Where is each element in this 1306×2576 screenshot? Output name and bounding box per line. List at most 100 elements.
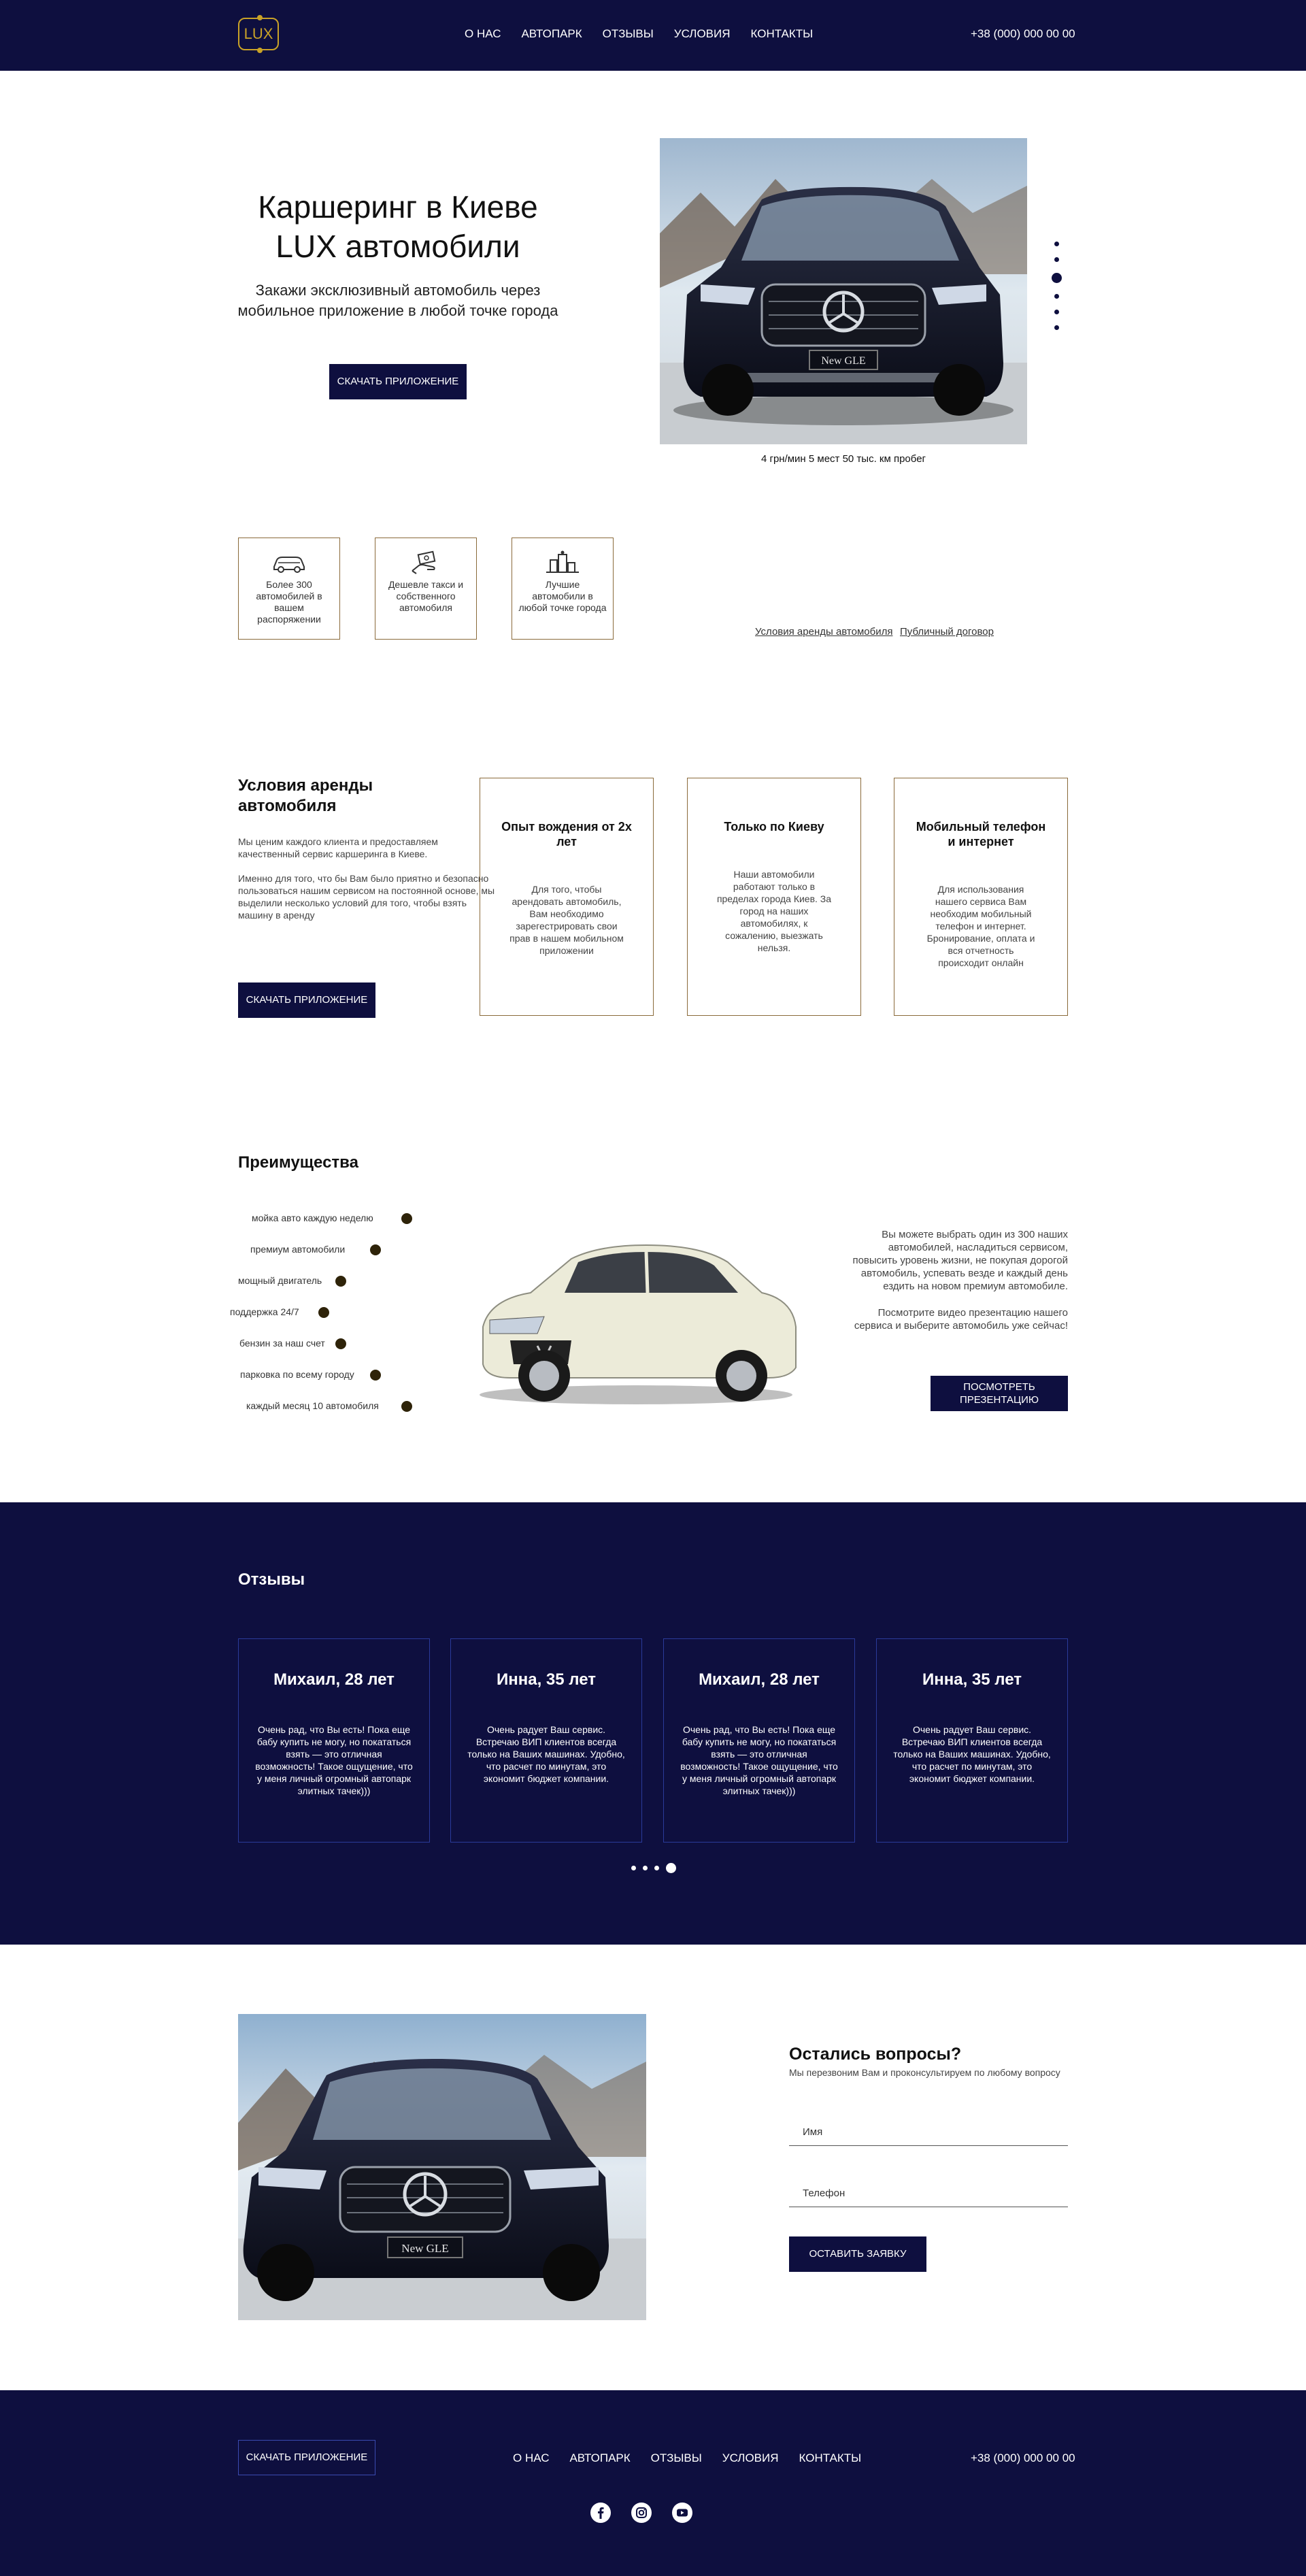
review-author: Михаил, 28 лет xyxy=(273,1670,395,1689)
site-footer: СКАЧАТЬ ПРИЛОЖЕНИЕ О НАС АВТОПАРК ОТЗЫВЫ… xyxy=(0,2390,1306,2576)
condition-card-experience: Опыт вождения от 2х лет Для того, чтобы … xyxy=(480,778,654,1016)
footer-nav-reviews[interactable]: ОТЗЫВЫ xyxy=(651,2451,702,2465)
contact-car-plate: New GLE xyxy=(401,2242,448,2255)
download-app-button[interactable]: СКАЧАТЬ ПРИЛОЖЕНИЕ xyxy=(329,364,467,399)
nav-about[interactable]: О НАС xyxy=(465,27,501,41)
advantage-item: мойка авто каждую неделю xyxy=(252,1212,373,1223)
advantage-label: парковка по всему городу xyxy=(240,1369,354,1380)
nav-conditions[interactable]: УСЛОВИЯ xyxy=(674,27,731,41)
reviews-section: Отзывы Михаил, 28 лет Очень рад, что Вы … xyxy=(0,1502,1306,1945)
lux-logo[interactable]: LUX xyxy=(238,15,279,53)
watch-presentation-button[interactable]: ПОСМОТРЕТЬ ПРЕЗЕНТАЦИЮ xyxy=(931,1376,1068,1411)
review-text: Очень рад, что Вы есть! Пока еще бабу ку… xyxy=(680,1724,838,1796)
condition-card-text: Для использования нашего сервиса Вам нео… xyxy=(926,884,1035,968)
carousel-dot[interactable] xyxy=(654,1866,659,1870)
youtube-icon[interactable] xyxy=(672,2503,692,2523)
advantage-item: премиум автомобили xyxy=(250,1244,345,1255)
advantages-title: Преимущества xyxy=(238,1153,358,1172)
advantage-bullet xyxy=(401,1401,412,1412)
advantage-label: каждый месяц 10 автомобиля xyxy=(246,1400,379,1411)
feature-cars: Более 300 автомобилей в вашем распоряжен… xyxy=(238,538,340,640)
review-card: Инна, 35 лет Очень радует Ваш сервис. Вс… xyxy=(876,1638,1068,1843)
review-author: Михаил, 28 лет xyxy=(699,1670,820,1689)
slider-dot[interactable] xyxy=(1054,325,1059,330)
advantage-item: поддержка 24/7 xyxy=(230,1306,299,1317)
instagram-icon[interactable] xyxy=(631,2503,652,2523)
review-card: Инна, 35 лет Очень радует Ваш сервис. Вс… xyxy=(450,1638,642,1843)
hero-slider-dots xyxy=(1050,242,1063,341)
review-text: Очень рад, что Вы есть! Пока еще бабу ку… xyxy=(255,1724,413,1796)
rental-terms-link[interactable]: Условия аренды автомобиля xyxy=(755,626,892,638)
footer-nav-contacts[interactable]: КОНТАКТЫ xyxy=(799,2451,862,2465)
carousel-dot[interactable] xyxy=(643,1866,648,1870)
advantage-bullet xyxy=(335,1338,346,1349)
nav-fleet[interactable]: АВТОПАРК xyxy=(521,27,582,41)
carousel-dot[interactable] xyxy=(666,1863,676,1873)
submit-request-button[interactable]: ОСТАВИТЬ ЗАЯВКУ xyxy=(789,2236,926,2272)
conditions-para2: Именно для того, что бы Вам было приятно… xyxy=(238,873,495,921)
footer-nav-fleet[interactable]: АВТОПАРК xyxy=(569,2451,630,2465)
footer-nav: О НАС АВТОПАРК ОТЗЫВЫ УСЛОВИЯ КОНТАКТЫ xyxy=(513,2451,861,2465)
advantages-text2: Посмотрите видео презентацию нашего серв… xyxy=(854,1307,1068,1332)
review-card: Михаил, 28 лет Очень рад, что Вы есть! П… xyxy=(238,1638,430,1843)
footer-download-button[interactable]: СКАЧАТЬ ПРИЛОЖЕНИЕ xyxy=(238,2440,375,2475)
contact-title: Остались вопросы? xyxy=(789,2045,962,2064)
top-nav: О НАС АВТОПАРК ОТЗЫВЫ УСЛОВИЯ КОНТАКТЫ xyxy=(465,27,813,41)
nav-contacts[interactable]: КОНТАКТЫ xyxy=(751,27,814,41)
advantage-item: каждый месяц 10 автомобиля xyxy=(246,1400,379,1411)
car-icon xyxy=(273,557,305,573)
header-phone[interactable]: +38 (000) 000 00 00 xyxy=(971,27,1075,41)
feature-cheaper-text: Дешевле такси и собственного автомобиля xyxy=(388,579,464,613)
hero-title-line2: LUX автомобили xyxy=(275,229,520,264)
review-author: Инна, 35 лет xyxy=(922,1670,1022,1689)
advantage-item: мощный двигатель xyxy=(238,1275,322,1286)
hero-subtitle-line1: Закажи эксклюзивный автомобиль через xyxy=(255,282,541,299)
footer-nav-about[interactable]: О НАС xyxy=(513,2451,549,2465)
hero-car-caption: 4 грн/мин 5 мест 50 тыс. км пробег xyxy=(760,453,926,465)
advantage-bullet xyxy=(401,1213,412,1224)
hand-money-icon xyxy=(412,550,436,574)
review-text: Очень радует Ваш сервис. Встречаю ВИП кл… xyxy=(893,1724,1051,1784)
review-text: Очень радует Ваш сервис. Встречаю ВИП кл… xyxy=(467,1724,625,1784)
slider-dot[interactable] xyxy=(1054,242,1059,246)
feature-cars-text: Более 300 автомобилей в вашем распоряжен… xyxy=(256,579,322,625)
conditions-para1: Мы ценим каждого клиента и предоставляем… xyxy=(238,836,438,859)
hero-title: Каршеринг в Киеве LUX автомобили xyxy=(224,187,571,266)
watch-presentation-label2: ПРЕЗЕНТАЦИЮ xyxy=(959,1394,1039,1406)
condition-card-phone: Мобильный телефон и интернет Для использ… xyxy=(894,778,1068,1016)
slider-dot[interactable] xyxy=(1054,294,1059,299)
advantage-bullet xyxy=(370,1370,381,1381)
footer-nav-conditions[interactable]: УСЛОВИЯ xyxy=(722,2451,779,2465)
advantage-label: премиум автомобили xyxy=(250,1244,346,1255)
hero-subtitle: Закажи эксклюзивный автомобиль через моб… xyxy=(224,280,571,321)
slider-dot[interactable] xyxy=(1054,257,1059,262)
slider-dot[interactable] xyxy=(1051,273,1062,283)
watch-presentation-label1: ПОСМОТРЕТЬ xyxy=(963,1381,1035,1393)
feature-city: Лучшие автомобили в любой точке города xyxy=(512,538,614,640)
phone-field[interactable] xyxy=(789,2180,1068,2207)
advantages-text1: Вы можете выбрать один из 300 наших авто… xyxy=(852,1229,1068,1292)
conditions-title: Условия аренды автомобиля xyxy=(238,776,373,816)
public-contract-link[interactable]: Публичный договор xyxy=(900,626,994,638)
contact-subtitle: Мы перезвоним Вам и проконсультируем по … xyxy=(789,2067,1060,2078)
review-card: Михаил, 28 лет Очень рад, что Вы есть! П… xyxy=(663,1638,855,1843)
footer-phone[interactable]: +38 (000) 000 00 00 xyxy=(971,2451,1075,2465)
condition-card-text: Наши автомобили работают только в предел… xyxy=(716,869,832,953)
facebook-icon[interactable] xyxy=(590,2503,611,2523)
condition-card-text: Для того, чтобы арендовать автомобиль, В… xyxy=(509,884,624,956)
contact-car-image: New GLE xyxy=(238,2014,646,2320)
nav-reviews[interactable]: ОТЗЫВЫ xyxy=(603,27,654,41)
condition-card-title: Только по Киеву xyxy=(724,820,824,833)
conditions-title-line2: автомобиля xyxy=(238,797,337,815)
social-links xyxy=(590,2503,692,2523)
slider-dot[interactable] xyxy=(1054,310,1059,314)
conditions-download-button[interactable]: СКАЧАТЬ ПРИЛОЖЕНИЕ xyxy=(238,982,375,1018)
advantage-label: мойка авто каждую неделю xyxy=(252,1212,373,1223)
advantage-bullet xyxy=(335,1276,346,1287)
name-field[interactable] xyxy=(789,2119,1068,2146)
feature-cheaper: Дешевле такси и собственного автомобиля xyxy=(375,538,477,640)
city-icon xyxy=(546,550,579,573)
advantage-bullet xyxy=(318,1307,329,1318)
carousel-dot[interactable] xyxy=(631,1866,636,1870)
condition-card-title: Опыт вождения от 2х лет xyxy=(501,820,632,848)
